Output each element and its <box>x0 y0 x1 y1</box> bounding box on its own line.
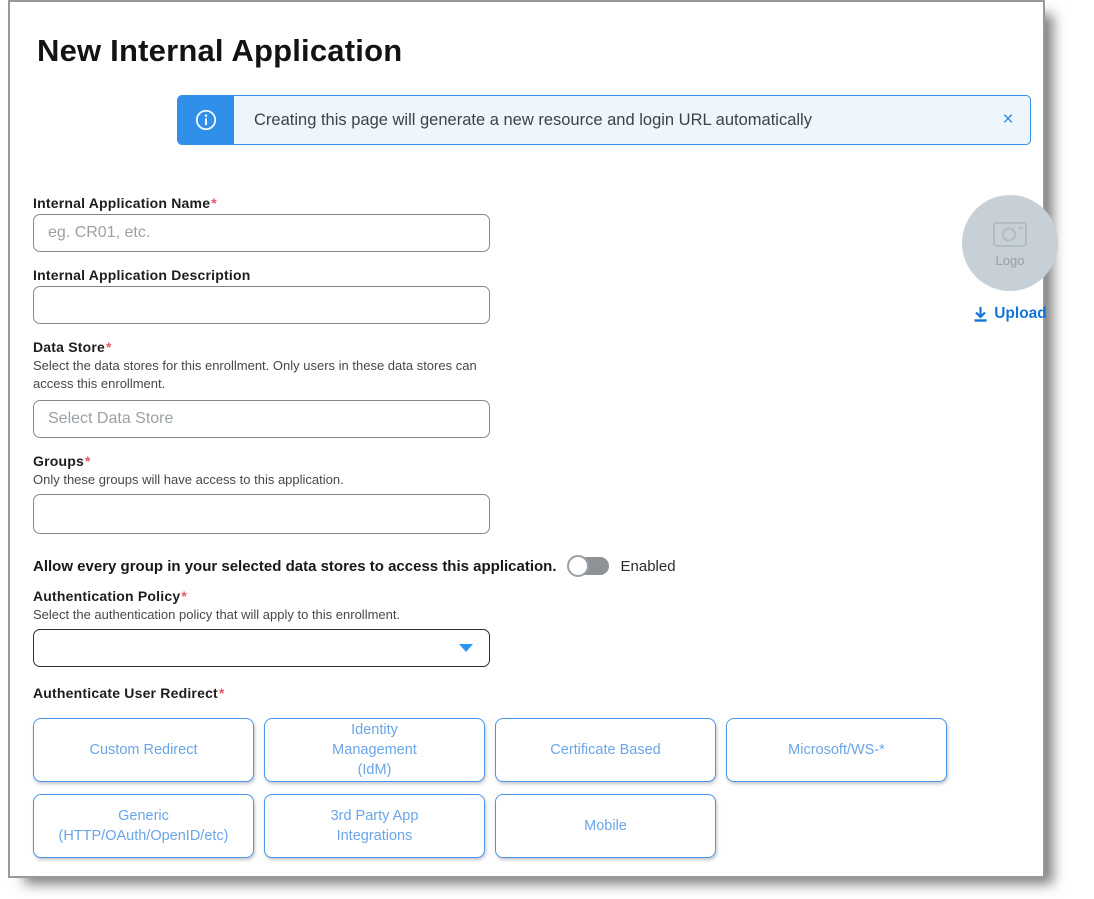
auth-policy-label-text: Authentication Policy <box>33 588 180 604</box>
camera-icon <box>989 218 1031 250</box>
download-icon <box>973 306 988 322</box>
required-asterisk: * <box>219 685 225 701</box>
toggle-state-label: Enabled <box>621 558 676 575</box>
redirect-option-identity-management-idm[interactable]: Identity Management (IdM) <box>264 718 485 782</box>
redirect-option-mobile[interactable]: Mobile <box>495 794 716 858</box>
auth-user-redirect-options: Custom Redirect Identity Management (IdM… <box>33 718 949 858</box>
logo-upload-area: Logo Upload <box>962 195 1058 323</box>
app-description-input[interactable] <box>33 286 490 324</box>
data-store-helper: Select the data stores for this enrollme… <box>33 357 498 393</box>
app-name-input[interactable] <box>33 214 490 252</box>
groups-label-text: Groups <box>33 453 84 469</box>
info-icon <box>178 96 234 144</box>
groups-input[interactable] <box>33 494 490 534</box>
required-asterisk: * <box>181 588 187 604</box>
groups-helper: Only these groups will have access to th… <box>33 471 498 489</box>
redirect-option-generic-http-oauth-openid[interactable]: Generic (HTTP/OAuth/OpenID/etc) <box>33 794 254 858</box>
data-store-label: Data Store* <box>33 339 949 355</box>
new-internal-application-page: New Internal Application Creating this p… <box>8 0 1045 878</box>
logo-upload-circle[interactable]: Logo <box>962 195 1058 291</box>
application-form: Internal Application Name* Internal Appl… <box>33 187 949 858</box>
upload-label: Upload <box>994 305 1047 323</box>
allow-all-groups-toggle[interactable] <box>567 555 609 577</box>
allow-all-groups-label: Allow every group in your selected data … <box>33 558 557 575</box>
toggle-knob <box>567 555 589 577</box>
chevron-down-icon <box>459 644 473 652</box>
banner-close-icon[interactable]: × <box>986 96 1030 144</box>
redirect-option-3rd-party-app-integrations[interactable]: 3rd Party App Integrations <box>264 794 485 858</box>
logo-placeholder-label: Logo <box>996 253 1025 268</box>
required-asterisk: * <box>106 339 112 355</box>
groups-label: Groups* <box>33 453 949 469</box>
redirect-option-custom-redirect[interactable]: Custom Redirect <box>33 718 254 782</box>
redirect-option-microsoft-ws[interactable]: Microsoft/WS-* <box>726 718 947 782</box>
allow-all-groups-row: Allow every group in your selected data … <box>33 554 949 578</box>
auth-policy-label: Authentication Policy* <box>33 588 949 604</box>
info-banner: Creating this page will generate a new r… <box>177 95 1031 145</box>
auth-user-redirect-label-text: Authenticate User Redirect <box>33 685 218 701</box>
page-title: New Internal Application <box>37 33 402 69</box>
auth-policy-helper: Select the authentication policy that wi… <box>33 606 498 624</box>
redirect-option-certificate-based[interactable]: Certificate Based <box>495 718 716 782</box>
required-asterisk: * <box>85 453 91 469</box>
app-name-label-text: Internal Application Name <box>33 195 210 211</box>
required-asterisk: * <box>211 195 217 211</box>
logo-upload-link[interactable]: Upload <box>962 305 1058 323</box>
data-store-input[interactable] <box>33 400 490 438</box>
banner-message: Creating this page will generate a new r… <box>234 96 986 144</box>
app-description-label: Internal Application Description <box>33 267 949 283</box>
auth-user-redirect-label: Authenticate User Redirect* <box>33 685 949 701</box>
data-store-label-text: Data Store <box>33 339 105 355</box>
auth-policy-select[interactable] <box>33 629 490 667</box>
app-name-label: Internal Application Name* <box>33 195 949 211</box>
